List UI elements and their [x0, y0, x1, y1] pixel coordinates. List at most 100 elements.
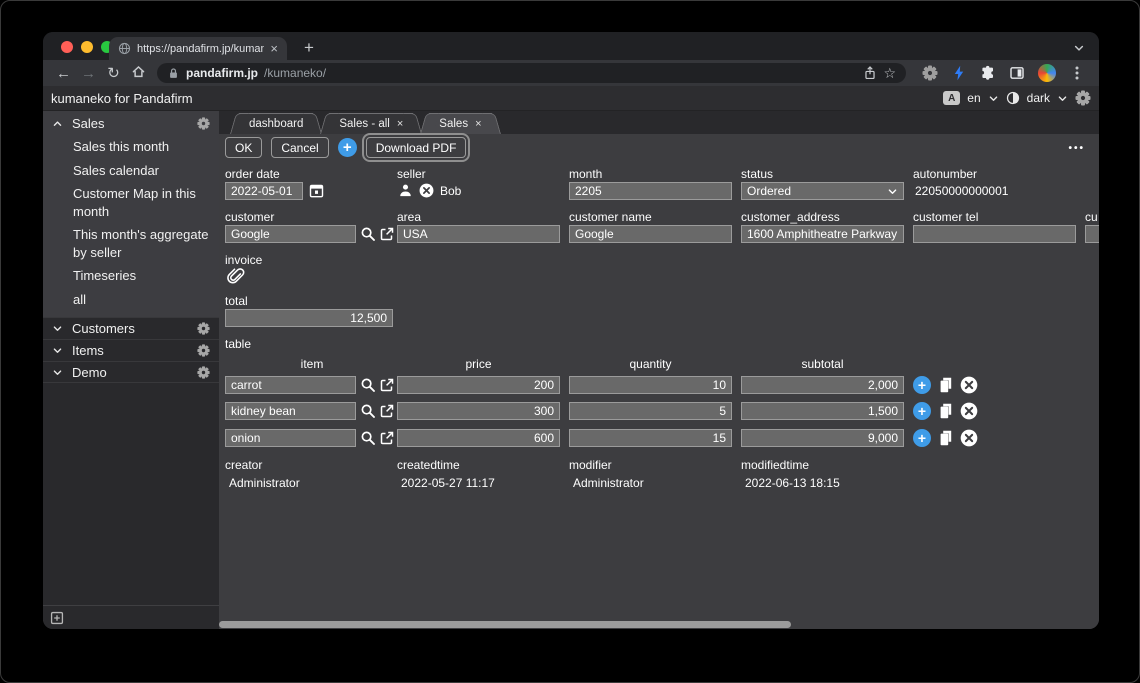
expand-chevron-down-icon[interactable] — [52, 345, 63, 356]
table-row-price-input[interactable] — [397, 376, 560, 394]
sidebar-item-sales[interactable]: Sales — [43, 111, 219, 135]
cut-column-input[interactable] — [1085, 225, 1099, 243]
sales-settings-gear-icon[interactable] — [197, 117, 210, 130]
add-app-icon[interactable] — [50, 611, 64, 625]
sidebar-item-timeseries[interactable]: Timeseries — [73, 264, 211, 288]
language-selector[interactable]: en — [967, 91, 980, 105]
tab-search-chevron-icon[interactable] — [1073, 42, 1085, 54]
tab-dashboard[interactable]: dashboard — [239, 113, 314, 134]
cancel-button[interactable]: Cancel — [271, 137, 329, 158]
calendar-icon[interactable] — [309, 183, 324, 198]
extensions-puzzle-icon[interactable] — [980, 65, 996, 81]
extension-lightning-icon[interactable] — [951, 65, 967, 81]
customer-input[interactable] — [225, 225, 356, 243]
table-row-subtotal-input[interactable] — [741, 402, 904, 420]
sidebar-item-all[interactable]: all — [73, 288, 211, 312]
customer-external-link-icon[interactable] — [379, 226, 395, 242]
app-settings-gear-icon[interactable] — [1075, 90, 1091, 106]
table-row-price-input[interactable] — [397, 402, 560, 420]
ok-button[interactable]: OK — [225, 137, 263, 158]
expand-chevron-down-icon[interactable] — [52, 367, 63, 378]
add-record-button[interactable]: + — [337, 138, 357, 157]
row-delete-icon[interactable] — [960, 429, 978, 447]
back-button[interactable]: ← — [51, 66, 76, 81]
collapse-chevron-up-icon[interactable] — [52, 118, 63, 129]
customer-address-input[interactable] — [741, 225, 904, 243]
sidebar-item-customer-map[interactable]: Customer Map in this month — [73, 182, 211, 223]
tab-sales[interactable]: Sales × — [429, 113, 492, 134]
reload-button[interactable]: ↻ — [101, 66, 126, 81]
new-tab-button[interactable]: + — [299, 38, 319, 58]
tab-close-icon[interactable]: × — [397, 114, 403, 134]
profile-avatar[interactable] — [1038, 64, 1056, 82]
sidebar-item-aggregate-by-seller[interactable]: This month's aggregate by seller — [73, 223, 211, 264]
sidebar-item-sales-this-month[interactable]: Sales this month — [73, 135, 211, 159]
language-chevron-icon[interactable] — [988, 93, 999, 104]
seller-clear-icon[interactable] — [419, 183, 434, 198]
download-pdf-button[interactable]: Download PDF — [361, 133, 471, 162]
person-icon[interactable] — [398, 183, 413, 198]
table-row-item-input[interactable] — [225, 429, 356, 447]
row-duplicate-icon[interactable] — [938, 403, 954, 419]
tab-close-icon[interactable]: × — [270, 42, 278, 55]
forward-button[interactable]: → — [76, 66, 101, 81]
expand-chevron-down-icon[interactable] — [52, 323, 63, 334]
item-external-link-icon[interactable] — [379, 403, 395, 419]
sidebar-item-sales-calendar[interactable]: Sales calendar — [73, 159, 211, 183]
modifiedtime-label: modifiedtime — [741, 458, 810, 472]
horizontal-scrollbar-thumb[interactable] — [219, 621, 791, 628]
table-row-subtotal-input[interactable] — [741, 429, 904, 447]
row-add-button[interactable]: + — [913, 429, 931, 447]
paperclip-icon[interactable] — [227, 267, 245, 285]
tab-close-icon[interactable]: × — [475, 114, 481, 134]
item-search-icon[interactable] — [360, 377, 376, 393]
total-input[interactable] — [225, 309, 393, 327]
customers-settings-gear-icon[interactable] — [197, 322, 210, 335]
contrast-icon[interactable] — [1006, 91, 1020, 105]
tab-sales-all[interactable]: Sales - all × — [329, 113, 414, 134]
sidebar-item-demo[interactable]: Demo — [43, 361, 219, 384]
home-button[interactable] — [126, 64, 151, 82]
row-delete-icon[interactable] — [960, 376, 978, 394]
demo-settings-gear-icon[interactable] — [197, 366, 210, 379]
row-add-button[interactable]: + — [913, 376, 931, 394]
theme-selector[interactable]: dark — [1027, 91, 1050, 105]
window-minimize-button[interactable] — [81, 41, 93, 53]
translate-icon[interactable]: A — [943, 91, 961, 105]
browser-tab[interactable]: https://pandafirm.jp/kumaneko × — [109, 37, 287, 60]
extension-gear-icon[interactable] — [922, 65, 938, 81]
table-row-quantity-input[interactable] — [569, 376, 732, 394]
share-icon[interactable] — [863, 66, 877, 80]
row-duplicate-icon[interactable] — [938, 377, 954, 393]
table-row-quantity-input[interactable] — [569, 402, 732, 420]
row-add-button[interactable]: + — [913, 402, 931, 420]
order-date-input[interactable] — [225, 182, 303, 200]
row-duplicate-icon[interactable] — [938, 430, 954, 446]
item-search-icon[interactable] — [360, 430, 376, 446]
table-row-quantity-input[interactable] — [569, 429, 732, 447]
status-select[interactable]: Ordered — [741, 182, 904, 200]
table-row-price-input[interactable] — [397, 429, 560, 447]
browser-menu-kebab-icon[interactable] — [1069, 65, 1085, 81]
side-panel-icon[interactable] — [1009, 65, 1025, 81]
row-delete-icon[interactable] — [960, 402, 978, 420]
customer-tel-input[interactable] — [913, 225, 1076, 243]
table-row-item-input[interactable] — [225, 376, 356, 394]
item-external-link-icon[interactable] — [379, 430, 395, 446]
customer-search-icon[interactable] — [360, 226, 376, 242]
item-external-link-icon[interactable] — [379, 377, 395, 393]
sidebar-item-items[interactable]: Items — [43, 339, 219, 361]
theme-chevron-icon[interactable] — [1057, 93, 1068, 104]
address-bar[interactable]: pandafirm.jp/kumaneko/ ☆ — [157, 63, 906, 83]
bookmark-star-icon[interactable]: ☆ — [883, 66, 896, 80]
items-settings-gear-icon[interactable] — [197, 344, 210, 357]
customer-name-input[interactable] — [569, 225, 732, 243]
month-input[interactable] — [569, 182, 732, 200]
table-row-item-input[interactable] — [225, 402, 356, 420]
table-row-subtotal-input[interactable] — [741, 376, 904, 394]
more-menu-icon[interactable]: ••• — [1068, 143, 1085, 154]
item-search-icon[interactable] — [360, 403, 376, 419]
area-input[interactable] — [397, 225, 560, 243]
window-close-button[interactable] — [61, 41, 73, 53]
sidebar-item-customers[interactable]: Customers — [43, 317, 219, 339]
